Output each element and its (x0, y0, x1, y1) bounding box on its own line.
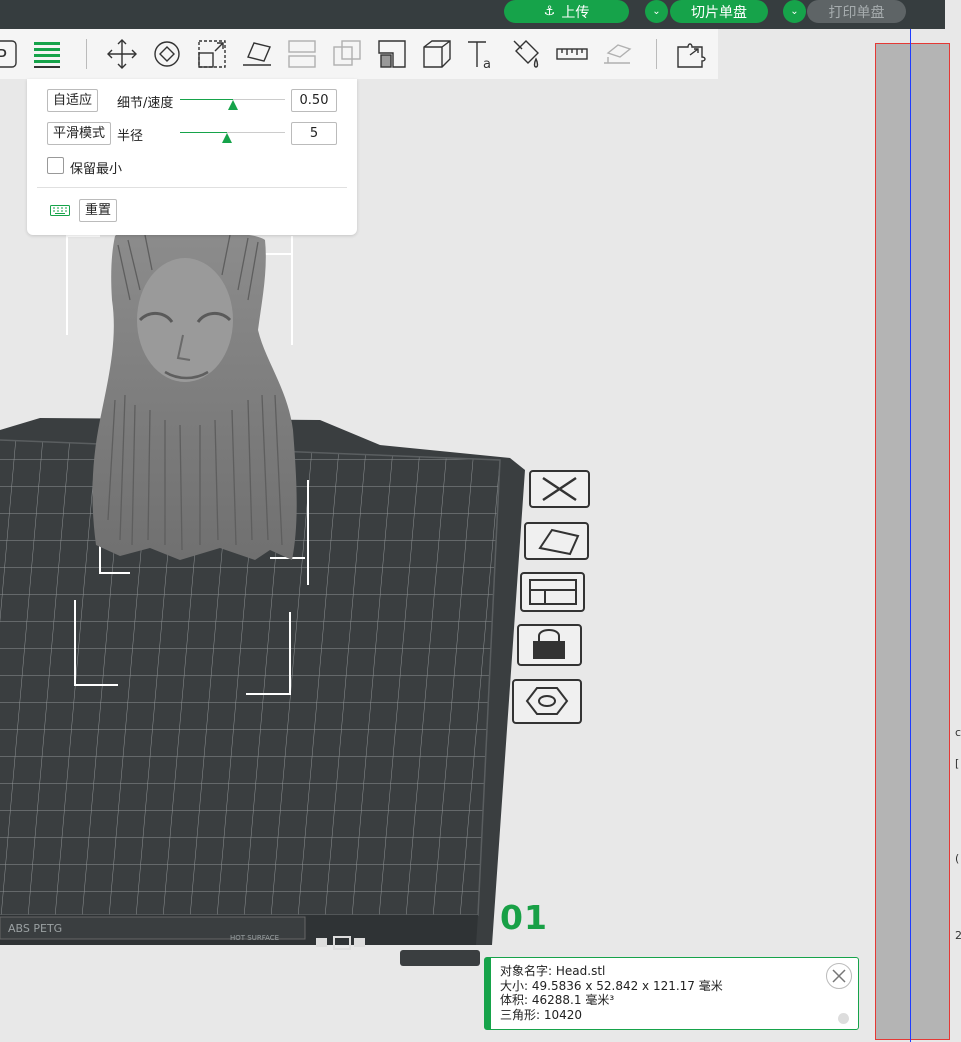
smooth-mode-button[interactable]: 平滑模式 (47, 122, 112, 145)
svg-text:P: P (0, 46, 7, 67)
toolbar-separator (86, 39, 87, 69)
upload-icon: ⚓ (543, 4, 556, 19)
toolbar-separator (656, 39, 657, 69)
assemble-icon[interactable] (674, 37, 708, 71)
plate-label-hot: HOT SURFACE (230, 934, 279, 942)
auto-orient-icon (524, 522, 589, 560)
split-icon[interactable] (285, 37, 319, 71)
edge-glyph-b: [ (955, 757, 960, 770)
radius-fill (180, 132, 228, 133)
tool-bar: P a (0, 29, 718, 79)
panel-divider (37, 187, 347, 188)
radius-thumb[interactable] (222, 133, 233, 143)
chevron-down-icon: ⌄ (790, 6, 799, 17)
info-name-row: 对象名字: Head.stl (500, 964, 606, 978)
radius-value[interactable]: 5 (291, 122, 337, 145)
info-triangles-row: 三角形: 10420 (500, 1007, 583, 1022)
info-size-row: 大小: 49.5836 x 52.842 x 121.17 毫米 (500, 978, 723, 993)
measure-icon[interactable] (555, 37, 589, 71)
slice-dropdown-button[interactable]: ⌄ (645, 0, 668, 23)
keep-min-label: 保留最小 (70, 162, 123, 177)
info-triangles-value: 10420 (543, 1007, 583, 1022)
plate-side-tools (512, 470, 590, 724)
edge-glyph-d: 2 (955, 929, 961, 942)
info-volume-value: 46288.1 毫米³ (531, 993, 615, 1007)
keep-min-checkbox[interactable] (47, 157, 64, 174)
top-bar: ⚓ 上传 ⌄ 切片单盘 ⌄ 打印单盘 (0, 0, 945, 29)
topbar-gap (945, 0, 961, 29)
radius-slider[interactable] (180, 132, 285, 143)
place-on-face-icon[interactable] (240, 37, 274, 71)
slice-plate-label: 切片单盘 (691, 4, 747, 21)
detail-speed-fill (180, 99, 233, 100)
info-size-value: 49.5836 x 52.842 x 121.17 毫米 (531, 978, 723, 993)
reset-button[interactable]: 重置 (79, 199, 118, 222)
edge-glyph-a: c (955, 726, 961, 739)
detail-speed-label: 细节/速度 (117, 96, 174, 111)
keyboard-icon[interactable] (50, 205, 70, 216)
text-icon[interactable]: a (465, 37, 499, 72)
plate-settings-icon (512, 679, 582, 724)
slice-plate-button[interactable]: 切片单盘 (670, 0, 768, 23)
scale-icon[interactable] (195, 37, 229, 71)
print-plate-label: 打印单盘 (828, 4, 885, 21)
detail-speed-value[interactable]: 0.50 (291, 89, 337, 112)
smooth-settings-panel: 自适应 细节/速度 0.50 平滑模式 半径 5 保留最小 重置 (27, 79, 357, 235)
right-side-panel (875, 43, 950, 1040)
upload-label: 上传 (561, 4, 590, 21)
blue-guide-line (910, 29, 911, 1042)
head-model (92, 231, 297, 560)
plate-number: 01 (500, 898, 548, 937)
adaptive-button[interactable]: 自适应 (47, 89, 99, 112)
detail-speed-slider[interactable] (180, 99, 285, 110)
info-name-value: Head.stl (555, 964, 606, 978)
print-plate-button[interactable]: 打印单盘 (807, 0, 906, 23)
rotate-icon[interactable] (150, 37, 184, 71)
close-icon[interactable] (826, 963, 852, 989)
print-dropdown-button[interactable]: ⌄ (783, 0, 806, 23)
cube-icon[interactable] (420, 37, 454, 71)
p-icon[interactable]: P (0, 37, 20, 71)
layers-icon[interactable] (30, 37, 64, 71)
object-info-panel: 对象名字: Head.stl 大小: 49.5836 x 52.842 x 12… (484, 957, 859, 1030)
move-icon[interactable] (105, 37, 139, 71)
detail-speed-thumb[interactable] (227, 100, 238, 110)
chevron-down-icon: ⌄ (652, 6, 661, 17)
edge-glyph-c: ( (955, 852, 960, 865)
minimize-icon[interactable] (838, 1013, 849, 1024)
paint-icon[interactable] (510, 37, 544, 71)
support-paint-icon[interactable] (600, 37, 634, 71)
radius-label: 半径 (117, 129, 144, 144)
plate-label-filament: ABS PETG (8, 922, 62, 935)
info-volume-row: 体积: 46288.1 毫米³ (500, 993, 615, 1007)
upload-button[interactable]: ⚓ 上传 (504, 0, 629, 23)
svg-text:a: a (483, 57, 491, 71)
boolean-icon[interactable] (330, 37, 364, 71)
cut-icon[interactable] (375, 37, 409, 71)
